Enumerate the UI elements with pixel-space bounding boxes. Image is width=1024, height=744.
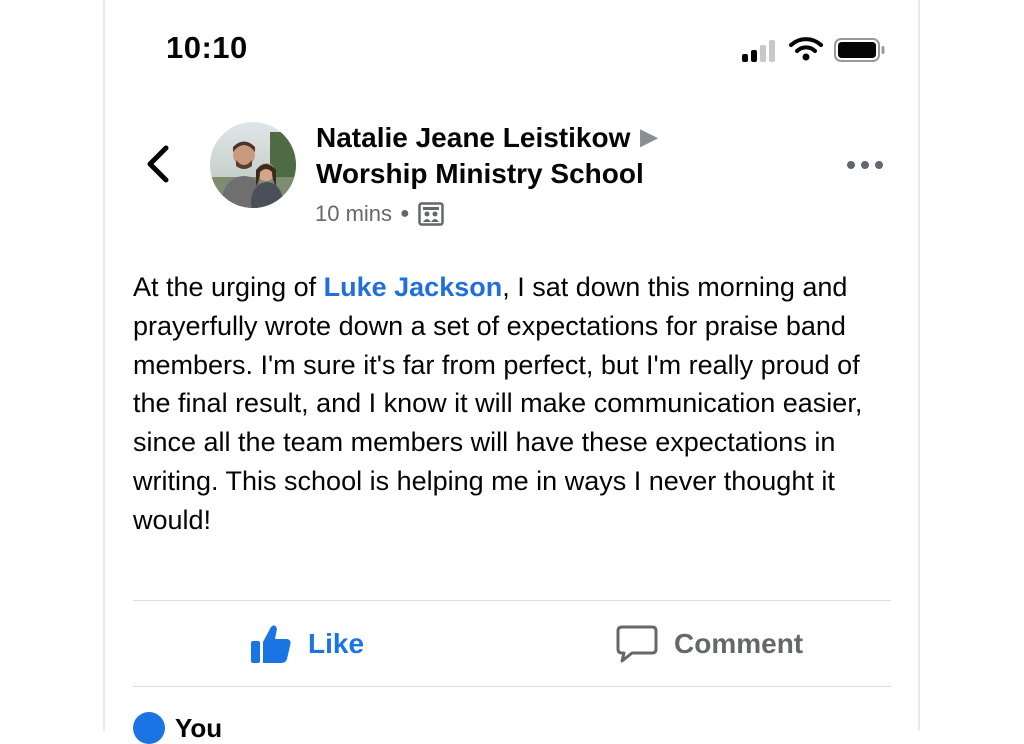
wifi-icon (789, 37, 823, 61)
thumbs-up-icon (251, 625, 291, 663)
post-text-start: At the urging of (133, 272, 324, 302)
battery-icon (834, 38, 885, 62)
more-options-icon[interactable] (845, 158, 885, 174)
avatar[interactable] (210, 122, 296, 208)
cellular-signal-icon (742, 38, 782, 62)
like-label: Like (308, 628, 365, 659)
author-name[interactable]: Natalie Jeane Leistikow (316, 122, 630, 153)
author-line: Natalie Jeane Leistikow ▶ (316, 122, 657, 154)
reaction-name: You (175, 712, 223, 743)
back-icon[interactable] (140, 142, 176, 186)
like-button[interactable]: Like (250, 618, 364, 670)
divider-top (133, 600, 891, 601)
group-name[interactable]: Worship Ministry School (316, 158, 644, 190)
post-text: At the urging of Luke Jackson, I sat dow… (133, 268, 893, 540)
mention-link[interactable]: Luke Jackson (324, 272, 503, 302)
status-time: 10:10 (166, 30, 248, 65)
post-time[interactable]: 10 mins (315, 201, 392, 227)
group-privacy-icon (417, 202, 444, 226)
comment-label: Comment (674, 628, 804, 659)
post-meta: 10 mins ● (315, 201, 444, 227)
like-reaction-icon (133, 712, 165, 744)
post-text-rest: , I sat down this morning and prayerfull… (133, 272, 863, 535)
divider-bottom (133, 686, 891, 687)
arrow-right-icon: ▶ (640, 124, 658, 149)
comment-button[interactable]: Comment (616, 618, 803, 670)
phone-frame-right (918, 0, 920, 731)
separator-dot: ● (400, 205, 410, 222)
reactions-row[interactable]: You (133, 712, 222, 744)
phone-frame-left (103, 0, 105, 731)
comment-icon (616, 625, 658, 663)
